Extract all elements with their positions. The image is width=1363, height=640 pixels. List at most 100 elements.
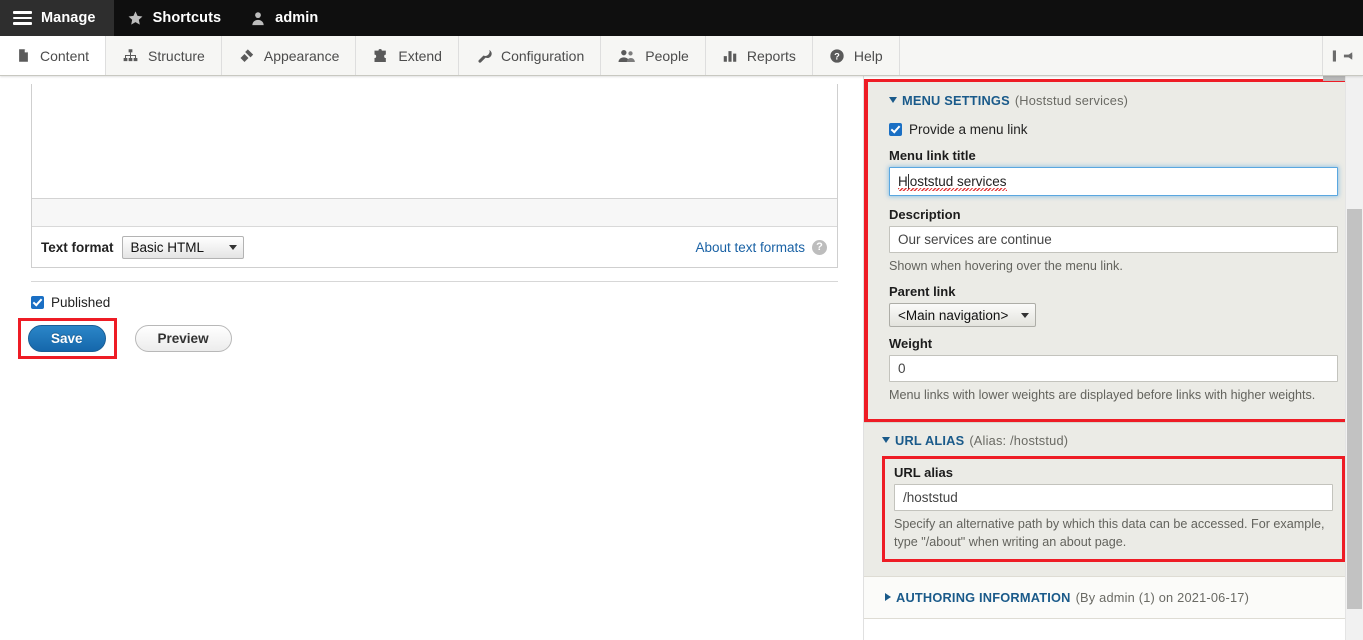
text-format-value: Basic HTML (130, 239, 205, 255)
published-checkbox-row[interactable]: Published (31, 295, 863, 310)
question-mark-icon[interactable]: ? (812, 239, 827, 255)
scrollbar-top-nub (1323, 76, 1346, 81)
text-format-row: Text format Basic HTML About text format… (32, 227, 837, 267)
adminbar-item-shortcuts[interactable]: Shortcuts (114, 0, 238, 36)
weight-label: Weight (889, 336, 933, 352)
page-scrollbar[interactable] (1345, 76, 1363, 640)
authoring-information-header[interactable]: AUTHORING INFORMATION (By admin (1) on 2… (885, 590, 1342, 605)
sidebar-advanced-settings: MENU SETTINGS (Hoststud services) Provid… (864, 76, 1363, 640)
adminbar-shortcuts-label: Shortcuts (152, 10, 222, 26)
form-actions: Save Preview (18, 318, 863, 359)
tab-people-label: People (645, 47, 689, 64)
about-text-formats[interactable]: About text formats ? (695, 239, 827, 255)
star-icon (127, 10, 144, 27)
tab-content-label: Content (40, 47, 90, 64)
about-text-formats-link[interactable]: About text formats (695, 240, 805, 255)
editor-statusbar (32, 199, 837, 227)
adminbar-manage-label: Manage (41, 10, 96, 26)
menu-link-title-input[interactable]: Hoststud services (889, 167, 1338, 196)
tab-structure[interactable]: Structure (106, 36, 222, 75)
tab-appearance-label: Appearance (263, 47, 340, 64)
parent-link-value: <Main navigation> (898, 307, 1009, 323)
menu-link-title-field: Menu link title Hoststud services (889, 148, 1338, 196)
page-icon (16, 47, 31, 64)
tab-extend[interactable]: Extend (356, 36, 459, 75)
sitemap-icon (122, 48, 139, 63)
triangle-down-icon (882, 436, 890, 443)
text-format-select[interactable]: Basic HTML (121, 235, 244, 259)
parent-link-label: Parent link (889, 284, 956, 300)
url-alias-highlight: URL alias /hoststud Specify an alternati… (882, 455, 1345, 562)
published-label: Published (51, 295, 111, 310)
weight-value: 0 (898, 361, 906, 377)
bars-icon (722, 48, 738, 63)
save-button[interactable]: Save (28, 325, 106, 352)
tab-structure-label: Structure (148, 47, 205, 64)
tab-help[interactable]: ? Help (813, 36, 900, 75)
description-help: Shown when hovering over the menu link. (889, 259, 1123, 273)
url-alias-value: /hoststud (903, 489, 958, 505)
provide-menu-link-row[interactable]: Provide a menu link (889, 122, 1338, 137)
adminbar-item-user[interactable]: admin (237, 0, 334, 36)
weight-input[interactable]: 0 (889, 355, 1338, 383)
admin-toolbar: Manage Shortcuts admin (0, 0, 1363, 36)
parent-link-field: Parent link <Main navigation> (889, 284, 1338, 328)
url-alias-header[interactable]: URL ALIAS (Alias: /hoststud) (882, 433, 1345, 448)
section-divider (31, 281, 838, 282)
triangle-right-icon (885, 593, 891, 601)
provide-menu-link-checkbox[interactable] (889, 123, 902, 136)
weight-help: Menu links with lower weights are displa… (889, 388, 1316, 403)
parent-link-select[interactable]: <Main navigation> (889, 303, 1037, 328)
collapse-left-icon[interactable] (1323, 36, 1363, 75)
menu-settings-panel: MENU SETTINGS (Hoststud services) Provid… (864, 79, 1363, 422)
user-icon (250, 10, 266, 27)
tab-configuration-label: Configuration (500, 47, 585, 64)
menu-settings-summary: (Hoststud services) (1014, 93, 1129, 108)
toolbar-spacer (900, 36, 1323, 75)
main-content-column: Text format Basic HTML About text format… (0, 76, 864, 640)
tab-appearance[interactable]: Appearance (222, 36, 357, 75)
url-alias-panel: URL ALIAS (Alias: /hoststud) URL alias /… (864, 421, 1363, 576)
tab-reports-label: Reports (746, 47, 796, 64)
url-alias-summary: (Alias: /hoststud) (969, 432, 1069, 448)
adminbar-user-label: admin (275, 10, 319, 26)
description-value: Our services are continue (898, 232, 1052, 247)
description-label: Description (889, 207, 961, 222)
url-alias-input[interactable]: /hoststud (894, 483, 1333, 511)
triangle-down-icon (889, 97, 897, 103)
admin-menu-bar: Content Structure Appearance Extend Conf… (0, 36, 1363, 76)
menu-settings-title: MENU SETTINGS (902, 93, 1010, 108)
url-alias-help: Specify an alternative path by which thi… (894, 516, 1325, 549)
tab-people[interactable]: People (601, 36, 706, 75)
authoring-information-summary: (By admin (1) on 2021-06-17) (1075, 590, 1250, 605)
paintbrush-icon (238, 48, 255, 64)
tab-extend-label: Extend (398, 47, 442, 64)
tab-content[interactable]: Content (0, 36, 107, 75)
body-editor: Text format Basic HTML About text format… (31, 84, 838, 268)
save-button-highlight: Save (18, 318, 117, 359)
question-circle-icon: ? (829, 48, 845, 64)
adminbar-item-manage[interactable]: Manage (0, 0, 114, 36)
scrollbar-thumb[interactable] (1347, 209, 1362, 609)
description-input[interactable]: Our services are continue (889, 226, 1338, 253)
text-format-label: Text format (41, 239, 114, 255)
chevron-down-icon (1021, 312, 1030, 318)
menu-link-title-value-prefix: H (898, 174, 908, 189)
preview-button[interactable]: Preview (134, 325, 232, 352)
tab-reports[interactable]: Reports (706, 36, 813, 75)
menu-settings-header[interactable]: MENU SETTINGS (Hoststud services) (889, 93, 1338, 108)
hamburger-icon (13, 11, 32, 25)
puzzle-icon (372, 48, 389, 64)
people-icon (617, 48, 636, 64)
authoring-information-panel[interactable]: AUTHORING INFORMATION (By admin (1) on 2… (864, 576, 1363, 619)
url-alias-title: URL ALIAS (895, 432, 965, 448)
menu-link-title-label: Menu link title (889, 148, 976, 163)
page-body: Text format Basic HTML About text format… (0, 76, 1363, 640)
published-checkbox[interactable] (31, 296, 44, 309)
tab-configuration[interactable]: Configuration (459, 36, 602, 75)
description-field: Description Our services are continue Sh… (889, 207, 1338, 275)
url-alias-label: URL alias (894, 464, 954, 480)
misspelled-word: Hoststud services (898, 174, 1007, 191)
body-textarea[interactable] (32, 84, 837, 199)
tab-help-label: Help (853, 47, 883, 64)
